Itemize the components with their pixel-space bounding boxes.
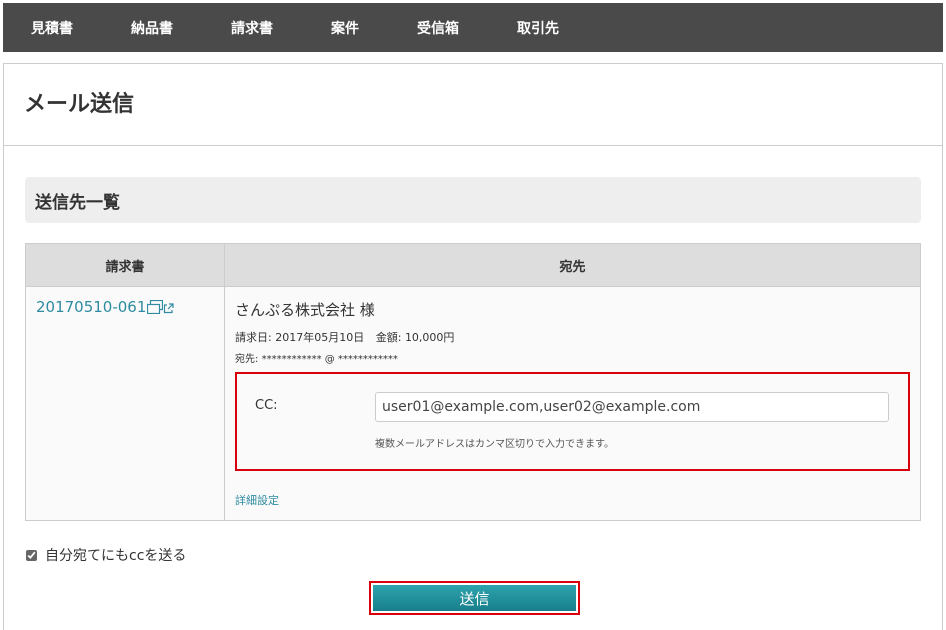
invoice-number: 20170510-061 [36, 298, 147, 316]
top-navigation: 見積書 納品書 請求書 案件 受信箱 取引先 [3, 3, 943, 52]
invoice-date: 2017年05月10日 [275, 331, 365, 344]
main-panel: メール送信 送信先一覧 請求書 宛先 20170510-061 さんぷる株式会社… [3, 63, 943, 630]
title-divider [4, 145, 942, 146]
nav-item-projects[interactable]: 案件 [302, 18, 388, 38]
invoice-link[interactable]: 20170510-061 [36, 298, 174, 316]
company-name: さんぷる株式会社 様 [235, 301, 375, 319]
to-label: 宛先: [235, 354, 259, 365]
invoice-date-label: 請求日: [235, 331, 272, 344]
nav-item-clients[interactable]: 取引先 [488, 18, 588, 38]
nav-item-quotes[interactable]: 見積書 [3, 18, 102, 38]
popup-window-icon[interactable] [147, 300, 164, 314]
column-header-invoice: 請求書 [25, 243, 225, 287]
self-cc-checkbox[interactable] [26, 549, 37, 561]
amount-label: 金額: [375, 331, 402, 344]
self-cc-option[interactable]: 自分宛てにもccを送る [26, 545, 186, 565]
page-title: メール送信 [24, 92, 135, 117]
to-address-line: 宛先: ************ @ ************ [235, 350, 910, 365]
column-header-recipient: 宛先 [224, 243, 921, 287]
detail-settings-link[interactable]: 詳細設定 [235, 492, 279, 508]
cc-label: CC: [255, 398, 278, 413]
send-button[interactable]: 送信 [373, 585, 576, 611]
to-address: ************ @ ************ [261, 354, 398, 365]
section-header: 送信先一覧 [25, 177, 921, 223]
cc-input[interactable] [375, 392, 889, 422]
recipient-cell: さんぷる株式会社 様 請求日: 2017年05月10日 金額: 10,000円 … [224, 286, 921, 521]
invoice-meta: 請求日: 2017年05月10日 金額: 10,000円 [235, 329, 910, 345]
amount-value: 10,000円 [404, 331, 455, 344]
send-button-frame: 送信 [369, 581, 580, 615]
section-title: 送信先一覧 [35, 192, 120, 213]
cc-hint: 複数メールアドレスはカンマ区切りで入力できます。 [375, 439, 614, 450]
nav-item-delivery-notes[interactable]: 納品書 [102, 18, 202, 38]
self-cc-label: 自分宛てにもccを送る [45, 548, 187, 564]
table-row: 20170510-061 さんぷる株式会社 様 請求日: 2017年05月10日… [25, 286, 921, 521]
nav-item-invoices[interactable]: 請求書 [202, 18, 302, 38]
external-link-icon[interactable] [163, 303, 174, 314]
invoice-cell: 20170510-061 [25, 286, 225, 521]
recipient-table: 請求書 宛先 20170510-061 さんぷる株式会社 様 請求日: 2017… [25, 243, 921, 521]
nav-item-inbox[interactable]: 受信箱 [388, 18, 488, 38]
cc-field-group: CC: 複数メールアドレスはカンマ区切りで入力できます。 [235, 372, 910, 471]
